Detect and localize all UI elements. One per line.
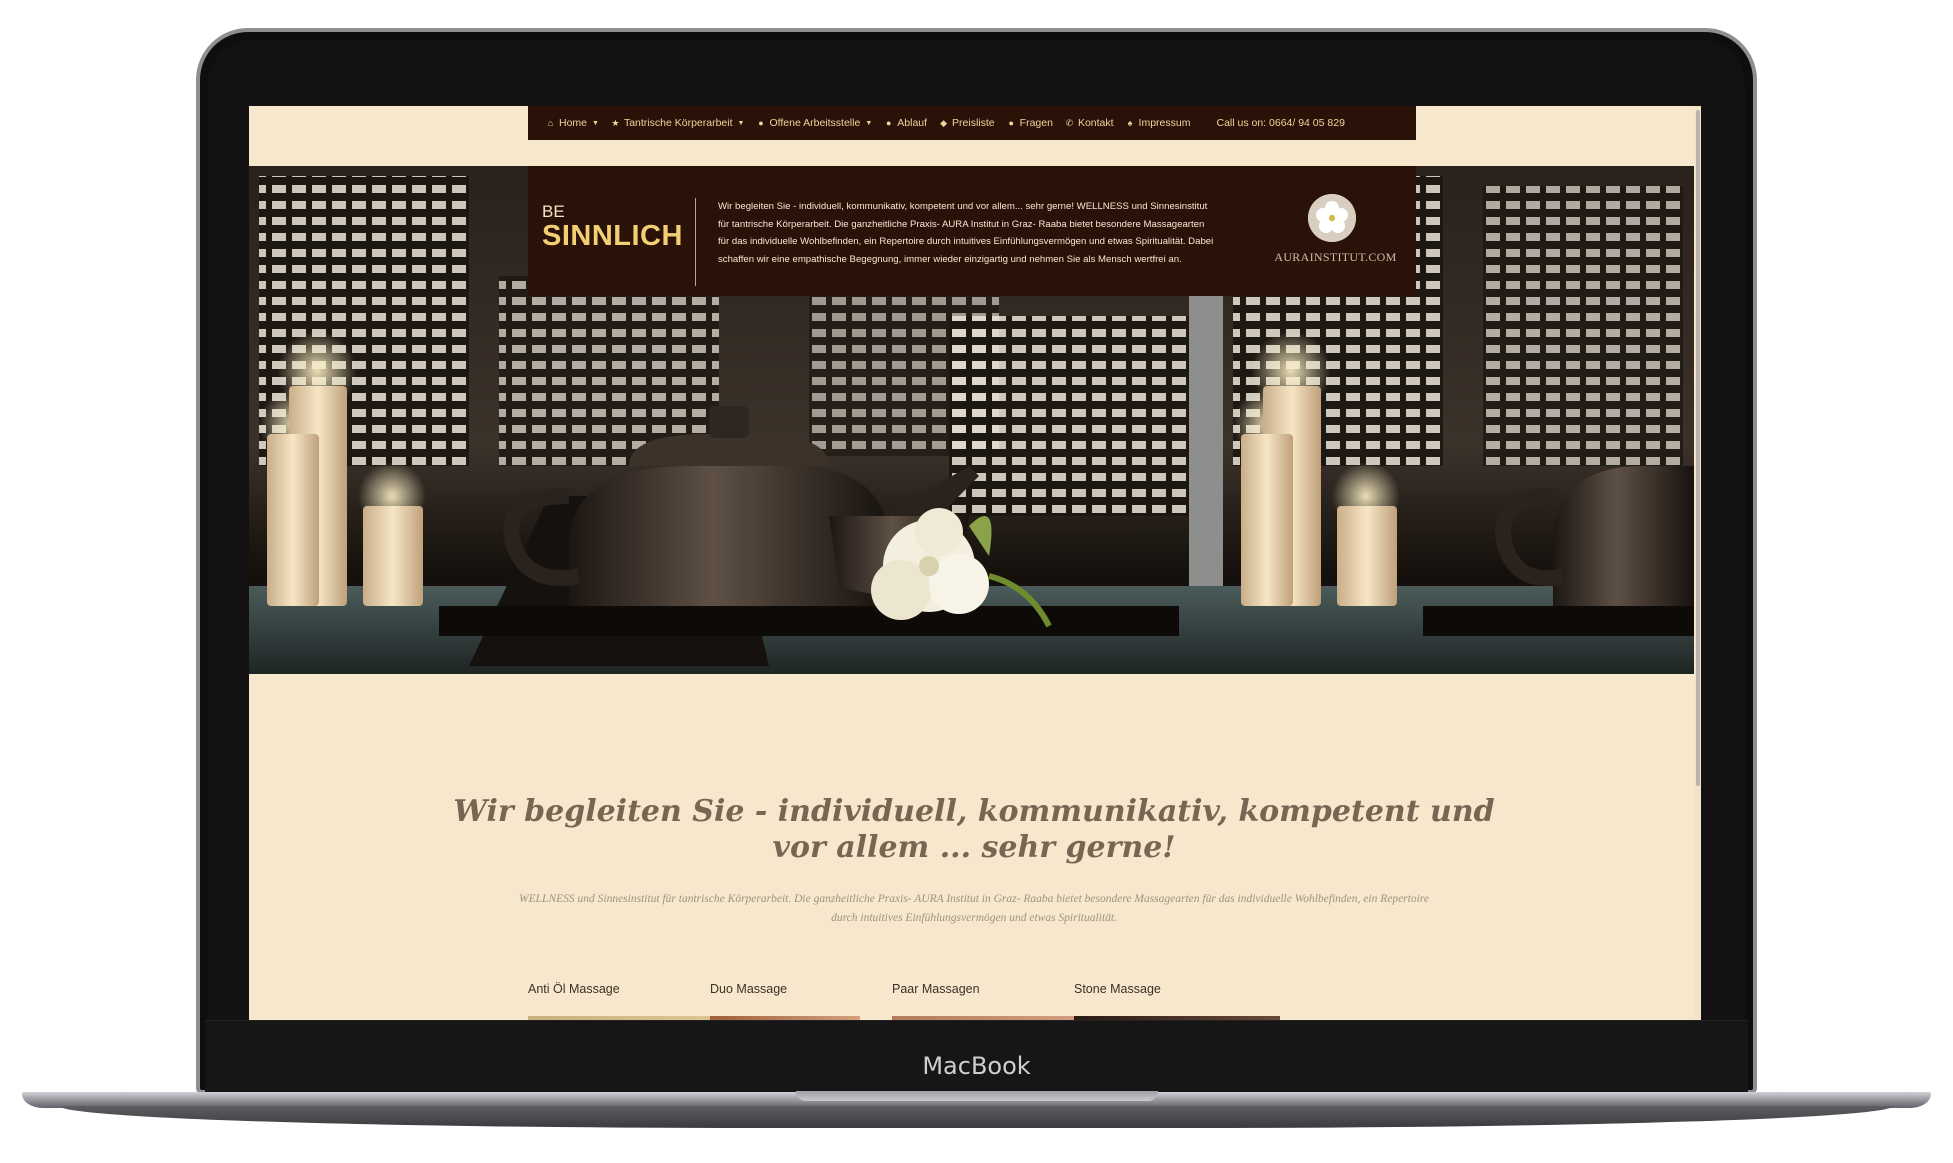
site-logo[interactable]: AURAINSTITUT.COM <box>1273 194 1398 274</box>
nav-item-label: Preisliste <box>952 117 995 129</box>
nav-item-label: Kontakt <box>1077 117 1114 129</box>
user-icon: ● <box>758 117 764 128</box>
award-icon: ♠ <box>1127 117 1133 128</box>
nav-item-label: Offene Arbeitsstelle <box>769 117 861 129</box>
nav-item-label: Home <box>559 117 588 129</box>
service-title-duo-massage[interactable]: Duo Massage <box>710 982 787 996</box>
scrollbar-thumb[interactable] <box>1696 110 1700 786</box>
home-icon: ⌂ <box>547 117 554 128</box>
nav-item-home[interactable]: ⌂ Home ▼ <box>546 117 599 129</box>
device-brand-label: MacBook <box>922 1052 1031 1080</box>
chevron-down-icon: ▼ <box>865 119 873 127</box>
nav-item-impressum[interactable]: ♠ Impressum <box>1126 117 1191 129</box>
banner-divider <box>695 198 696 286</box>
nav-item-preisliste[interactable]: ◆ Preisliste <box>939 117 995 129</box>
flower-logo-icon <box>1308 194 1356 242</box>
nav-item-label: Ablauf <box>897 117 928 129</box>
page-headline: Wir begleiten Sie - individuell, kommuni… <box>453 794 1495 865</box>
banner-text: Wir begleiten Sie - individuell, kommuni… <box>718 201 1214 265</box>
service-title-paar-massagen[interactable]: Paar Massagen <box>892 982 980 996</box>
nav-item-fragen[interactable]: ● Fragen <box>1007 117 1053 129</box>
banner-prefix: BE <box>542 202 565 221</box>
browser-screen: ⌂ Home ▼ ★ Tantrische Körperarbeit ▼ ● O… <box>249 106 1701 1020</box>
service-thumbnail[interactable] <box>528 1016 734 1020</box>
phone-icon: ✆ <box>1065 117 1074 128</box>
nav-item-tantrische-koerperarbeit[interactable]: ★ Tantrische Körperarbeit ▼ <box>611 117 745 129</box>
service-thumbnail[interactable] <box>1074 1016 1280 1020</box>
main-navigation: ⌂ Home ▼ ★ Tantrische Körperarbeit ▼ ● O… <box>528 106 1416 140</box>
intro-text: WELLNESS und Sinnesinstitut für tantrisc… <box>519 893 1429 924</box>
info-circle-icon: ● <box>886 117 892 128</box>
service-title-anti-oel-massage[interactable]: Anti Öl Massage <box>528 982 620 996</box>
service-thumbnail[interactable] <box>710 1016 860 1020</box>
question-circle-icon: ● <box>1008 117 1014 128</box>
star-icon: ★ <box>611 117 620 128</box>
banner-title: SINNLICH <box>542 220 683 252</box>
chevron-down-icon: ▼ <box>737 119 745 127</box>
nav-item-offene-arbeitsstelle[interactable]: ● Offene Arbeitsstelle ▼ <box>756 117 872 129</box>
nav-item-ablauf[interactable]: ● Ablauf <box>884 117 927 129</box>
hero-banner: BE SINNLICH Wir begleiten Sie - individu… <box>528 166 1416 296</box>
service-thumbnail[interactable] <box>892 1016 1098 1020</box>
chevron-down-icon: ▼ <box>592 119 599 127</box>
logo-text: AURAINSTITUT.COM <box>1274 250 1397 264</box>
laptop-base-shadow <box>60 1106 1893 1128</box>
tag-icon: ◆ <box>940 117 947 128</box>
nav-item-label: Tantrische Körperarbeit <box>623 117 733 129</box>
nav-item-label: Fragen <box>1019 117 1053 129</box>
nav-item-kontakt[interactable]: ✆ Kontakt <box>1065 117 1114 129</box>
nav-item-label: Impressum <box>1138 117 1191 129</box>
macbook-mockup: MacBook ⌂ Home ▼ ★ Tantrische Körperarbe… <box>0 0 1953 1163</box>
vertical-scrollbar[interactable] <box>1695 106 1701 1020</box>
laptop-notch <box>796 1091 1158 1101</box>
nav-phone-number[interactable]: Call us on: 0664/ 94 05 829 <box>1216 117 1344 129</box>
service-title-stone-massage[interactable]: Stone Massage <box>1074 982 1161 996</box>
